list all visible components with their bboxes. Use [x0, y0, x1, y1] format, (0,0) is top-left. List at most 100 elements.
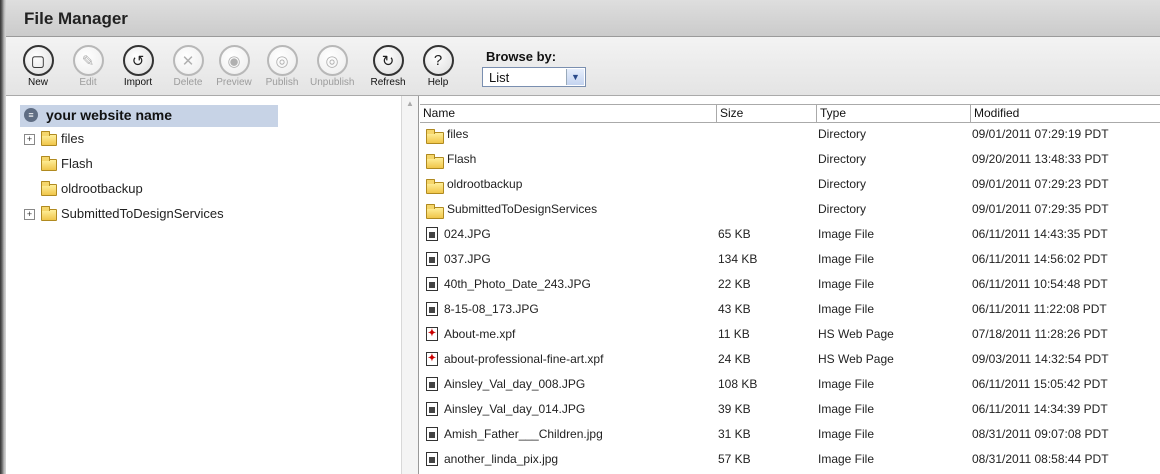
cell-modified: 06/11/2011 14:43:35 PDT [972, 227, 1108, 241]
cell-name: 8-15-08_173.JPG [444, 302, 539, 316]
cell-size: 65 KB [718, 227, 751, 241]
cell-modified: 06/11/2011 14:34:39 PDT [972, 402, 1108, 416]
cell-name: files [447, 127, 469, 141]
help-button[interactable]: ? Help [416, 45, 460, 88]
scroll-up-icon[interactable]: ▲ [406, 99, 414, 108]
folder-icon [426, 179, 444, 194]
unpublish-button: ◎ Unpublish [310, 45, 354, 88]
chevron-down-icon[interactable]: ▼ [566, 69, 584, 85]
tree-item[interactable]: oldrootbackup [20, 180, 320, 200]
delete-icon: ✕ [172, 45, 204, 76]
cell-type: Image File [818, 277, 875, 291]
publish-icon: ◎ [266, 45, 298, 76]
cell-size: 31 KB [718, 427, 751, 441]
title-bar: File Manager [6, 0, 1160, 37]
folder-icon [426, 204, 444, 219]
cell-size: 57 KB [718, 452, 751, 466]
edit-button: ✎ Edit [66, 45, 110, 88]
column-header-modified[interactable]: Modified [970, 105, 1160, 122]
publish-button: ◎ Publish [260, 45, 304, 88]
import-icon: ↺ [122, 45, 154, 76]
file-row[interactable]: another_linda_pix.jpg 57 KB Image File 08/3… [420, 448, 1160, 472]
image-file-icon [426, 302, 438, 316]
cell-type: Image File [818, 427, 875, 441]
file-list: Name Size Type Modified files Directory 09… [420, 96, 1160, 474]
tree-root[interactable]: ≡ your website name [20, 105, 278, 127]
tree-item[interactable]: Flash [20, 155, 320, 175]
cell-type: Image File [818, 227, 875, 241]
file-row[interactable]: files Directory 09/01/2011 07:29:19 PDT [420, 123, 1160, 147]
preview-button: ◉ Preview [212, 45, 256, 88]
preview-icon: ◉ [218, 45, 250, 76]
folder-icon [41, 131, 57, 146]
cell-name: 024.JPG [444, 227, 491, 241]
cell-modified: 07/18/2011 11:28:26 PDT [972, 327, 1108, 341]
image-file-icon [426, 402, 438, 416]
cell-name: Amish_Father___Children.jpg [444, 427, 603, 441]
import-label: Import [123, 77, 153, 88]
cell-modified: 09/03/2011 14:32:54 PDT [972, 352, 1109, 366]
cell-name: oldrootbackup [447, 177, 523, 191]
browse-by-select[interactable]: List ▼ [482, 67, 586, 87]
tree-item[interactable]: + files [20, 130, 320, 150]
window-title: File Manager [24, 9, 128, 28]
file-row[interactable]: oldrootbackup Directory 09/01/2011 07:29:2… [420, 173, 1160, 197]
file-row[interactable]: Flash Directory 09/20/2011 13:48:33 PDT [420, 148, 1160, 172]
web-page-icon: ✦ [426, 327, 438, 341]
file-row[interactable]: Amish_Father___Children.jpg 31 KB Image Fi… [420, 423, 1160, 447]
delete-label: Delete [173, 77, 203, 88]
tree-item-label: Flash [61, 156, 93, 171]
file-row[interactable]: 40th_Photo_Date_243.JPG 22 KB Image File 06… [420, 273, 1160, 297]
expand-icon[interactable]: + [24, 134, 35, 145]
file-manager-window: File Manager ▢ New ✎ Edit ↺ Import ✕ Delete ◉ Pre… [0, 0, 1160, 474]
tree-item-label: oldrootbackup [61, 181, 143, 196]
image-file-icon [426, 377, 438, 391]
edit-icon: ✎ [72, 45, 104, 76]
delete-button: ✕ Delete [166, 45, 210, 88]
tree-scrollbar[interactable]: ▲ [401, 96, 418, 474]
unpublish-label: Unpublish [310, 77, 355, 88]
column-header-size[interactable]: Size [716, 105, 816, 122]
list-header: Name Size Type Modified [420, 104, 1160, 123]
refresh-label: Refresh [370, 77, 406, 88]
column-header-type[interactable]: Type [816, 105, 970, 122]
expand-icon[interactable]: + [24, 209, 35, 220]
file-row[interactable]: Ainsley_Val_day_014.JPG 39 KB Image File 06… [420, 398, 1160, 422]
new-label: New [27, 77, 48, 88]
file-row[interactable]: 8-15-08_173.JPG 43 KB Image File 06/11/2011… [420, 298, 1160, 322]
cell-type: HS Web Page [818, 352, 894, 366]
cell-type: Image File [818, 302, 875, 316]
file-row[interactable]: Ainsley_Val_day_008.JPG 108 KB Image File 0… [420, 373, 1160, 397]
file-row[interactable]: ✦ About-me.xpf 11 KB HS Web Page 07/18/2011 … [420, 323, 1160, 347]
file-row[interactable]: 024.JPG 65 KB Image File 06/11/2011 14:43:3… [420, 223, 1160, 247]
cell-type: Directory [818, 152, 867, 166]
file-row[interactable]: 037.JPG 134 KB Image File 06/11/2011 14:56:… [420, 248, 1160, 272]
cell-name: 037.JPG [444, 252, 491, 266]
cell-size: 108 KB [718, 377, 758, 391]
toolbar: ▢ New ✎ Edit ↺ Import ✕ Delete ◉ Preview ◎ Publish ◎… [6, 37, 1160, 96]
new-button[interactable]: ▢ New [16, 45, 60, 88]
import-button[interactable]: ↺ Import [116, 45, 160, 88]
help-icon: ? [422, 45, 454, 76]
folder-icon [41, 156, 57, 171]
cell-modified: 09/01/2011 07:29:23 PDT [972, 177, 1109, 191]
browse-by-label: Browse by: [486, 49, 557, 64]
new-icon: ▢ [22, 45, 54, 76]
tree-root-label: your website name [46, 107, 173, 123]
cell-name: another_linda_pix.jpg [444, 452, 559, 466]
cell-name: 40th_Photo_Date_243.JPG [444, 277, 591, 291]
folder-icon [41, 181, 57, 196]
column-header-name[interactable]: Name [420, 105, 716, 122]
tree-item[interactable]: + SubmittedToDesignServices [20, 205, 320, 225]
preview-label: Preview [216, 77, 252, 88]
cell-type: Image File [818, 252, 875, 266]
help-label: Help [427, 77, 449, 88]
image-file-icon [426, 252, 438, 266]
file-row[interactable]: SubmittedToDesignServices Directory 09/01/… [420, 198, 1160, 222]
folder-icon [41, 206, 57, 221]
cell-name: About-me.xpf [444, 327, 516, 341]
cell-name: Ainsley_Val_day_014.JPG [444, 402, 586, 416]
file-row[interactable]: ✦ about-professional-fine-art.xpf 24 KB HS … [420, 348, 1160, 372]
refresh-button[interactable]: ↻ Refresh [366, 45, 410, 88]
cell-modified: 06/11/2011 15:05:42 PDT [972, 377, 1108, 391]
